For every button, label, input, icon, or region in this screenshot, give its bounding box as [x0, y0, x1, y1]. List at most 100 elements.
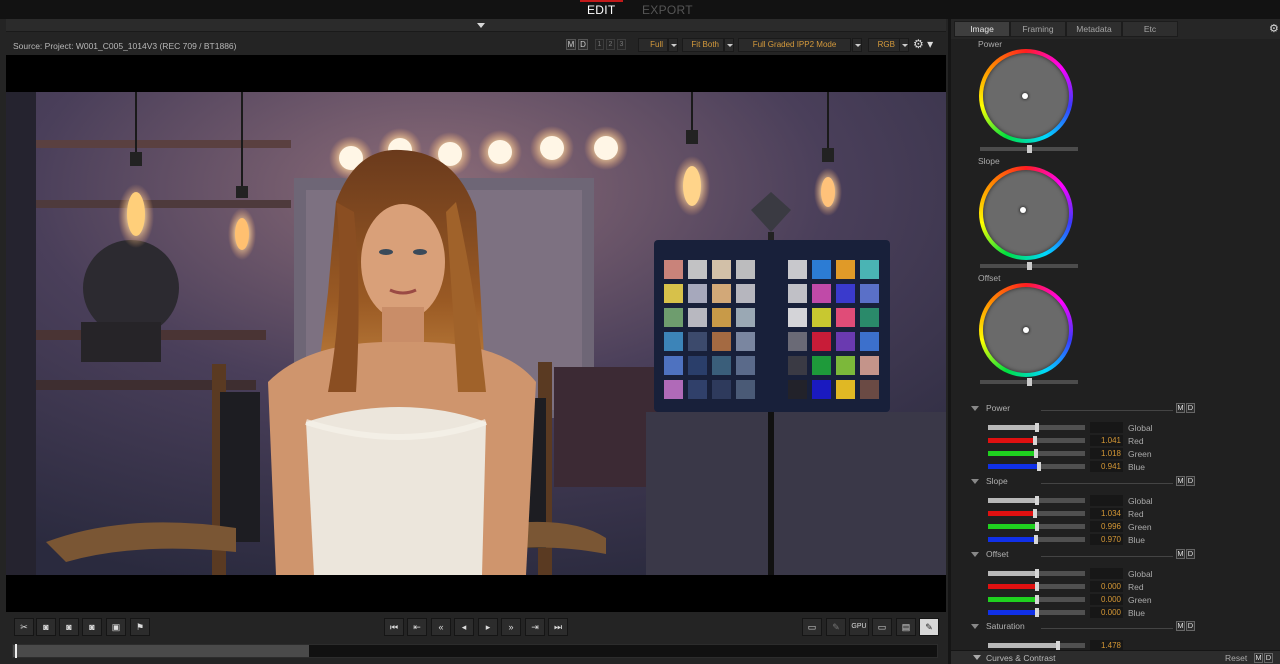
resolution-dropdown[interactable]: Full [638, 38, 668, 52]
offset-m-button[interactable]: M [1176, 549, 1185, 559]
saturation-section-header[interactable]: Saturation M D [971, 621, 1201, 633]
marker-flag-icon[interactable]: ⚑ [130, 618, 150, 636]
view-1-button[interactable]: 1 [595, 39, 604, 50]
power-red-value[interactable]: 1.041 [1090, 435, 1123, 446]
power-blue-value[interactable]: 0.941 [1090, 461, 1123, 472]
channel-dropdown-arrow-icon[interactable] [899, 38, 909, 52]
edit-overlay-icon[interactable]: ✎ [919, 618, 939, 636]
resolution-dropdown-arrow-icon[interactable] [668, 38, 678, 52]
slider-thumb[interactable] [1034, 522, 1039, 531]
collapse-triangle-icon[interactable] [971, 406, 979, 411]
slope-global-slider[interactable] [988, 496, 1085, 505]
offset-blue-slider[interactable] [988, 608, 1085, 617]
step-back-icon[interactable]: ◂ [454, 618, 474, 636]
slider-thumb[interactable] [1034, 582, 1039, 591]
slope-wheel-slider[interactable] [980, 262, 1078, 270]
offset-green-value[interactable]: 0.000 [1090, 594, 1123, 605]
power-blue-slider[interactable] [988, 462, 1085, 471]
slope-m-button[interactable]: M [1176, 476, 1185, 486]
rewind-icon[interactable]: « [431, 618, 451, 636]
slope-wheel-slider-thumb[interactable] [1027, 262, 1032, 270]
power-green-slider[interactable] [988, 449, 1085, 458]
power-m-button[interactable]: M [1176, 403, 1185, 413]
slider-thumb[interactable] [1034, 608, 1039, 617]
previous-clip-icon[interactable]: ⇤ [407, 618, 427, 636]
offset-green-slider[interactable] [988, 595, 1085, 604]
offset-global-slider[interactable] [988, 569, 1085, 578]
collapse-triangle-icon[interactable] [971, 624, 979, 629]
video-viewer[interactable] [6, 55, 946, 612]
view-3-button[interactable]: 3 [617, 39, 626, 50]
collapse-triangle-icon[interactable] [971, 479, 979, 484]
aspect-guide-icon[interactable]: ▭ [872, 618, 892, 636]
power-section-header[interactable]: Power M D [971, 403, 1201, 415]
tab-etc[interactable]: Etc [1122, 21, 1178, 37]
channel-dropdown[interactable]: RGB [868, 38, 900, 52]
power-green-value[interactable]: 1.018 [1090, 448, 1123, 459]
power-global-slider[interactable] [988, 423, 1085, 432]
offset-global-value[interactable] [1090, 568, 1123, 579]
histogram-icon[interactable]: ▤ [896, 618, 916, 636]
reset-button[interactable]: Reset [1225, 653, 1247, 663]
power-wheel-handle[interactable] [1022, 93, 1029, 99]
offset-red-value[interactable]: 0.000 [1090, 581, 1123, 592]
offset-d-button[interactable]: D [1186, 549, 1195, 559]
slider-thumb[interactable] [1032, 436, 1037, 445]
panel-settings-gear-icon[interactable]: ⚙ [1269, 22, 1279, 35]
go-to-start-icon[interactable]: ⏮ [384, 618, 404, 636]
tab-image[interactable]: Image [954, 21, 1010, 37]
slope-blue-value[interactable]: 0.970 [1090, 534, 1123, 545]
mode-tab-edit[interactable]: EDIT [580, 0, 622, 17]
timeline-scrubber[interactable] [12, 644, 938, 658]
saturation-d-button[interactable]: D [1186, 621, 1195, 631]
power-wheel-slider[interactable] [980, 145, 1078, 153]
slider-thumb[interactable] [1033, 535, 1038, 544]
saturation-amount-slider[interactable] [988, 641, 1085, 650]
slope-color-wheel[interactable] [979, 166, 1073, 260]
curves-contrast-header[interactable]: Curves & Contrast Reset M D [951, 650, 1280, 664]
curves-d-button[interactable]: D [1264, 653, 1273, 663]
offset-wheel-slider-thumb[interactable] [1027, 378, 1032, 386]
snapshot-rsd-camera-icon[interactable]: ◙ [82, 618, 102, 636]
slope-wheel-handle[interactable] [1020, 206, 1027, 213]
frame-export-icon[interactable]: ▣ [106, 618, 126, 636]
offset-wheel-handle[interactable] [1023, 327, 1029, 333]
snapshot-add-camera-icon[interactable]: ◙ [59, 618, 79, 636]
collapse-arrow-icon[interactable] [477, 23, 485, 28]
slope-green-value[interactable]: 0.996 [1090, 521, 1123, 532]
collapse-triangle-icon[interactable] [971, 552, 979, 557]
snapshot-camera-icon[interactable]: ◙ [36, 618, 56, 636]
next-clip-icon[interactable]: ⇥ [525, 618, 545, 636]
expand-triangle-icon[interactable] [973, 655, 981, 660]
curves-m-button[interactable]: M [1254, 653, 1263, 663]
timeline-playhead[interactable] [15, 644, 17, 658]
offset-color-wheel[interactable] [979, 283, 1073, 377]
power-color-wheel[interactable] [979, 49, 1073, 143]
tab-framing[interactable]: Framing [1010, 21, 1066, 37]
mode-dropdown-arrow-icon[interactable] [852, 38, 862, 52]
mode-dropdown[interactable]: Full Graded IPP2 Mode [738, 38, 851, 52]
view-2-button[interactable]: 2 [606, 39, 615, 50]
play-icon[interactable]: ▸ [478, 618, 498, 636]
slope-global-value[interactable] [1090, 495, 1123, 506]
collapse-strip[interactable] [6, 19, 946, 32]
fit-dropdown[interactable]: Fit Both [682, 38, 724, 52]
power-wheel-slider-thumb[interactable] [1027, 145, 1032, 153]
slider-thumb[interactable] [1034, 496, 1039, 505]
metadata-m-button[interactable]: M [566, 39, 576, 50]
offset-red-slider[interactable] [988, 582, 1085, 591]
slope-section-header[interactable]: Slope M D [971, 476, 1201, 488]
viewer-settings-gear-icon[interactable]: ⚙ ▾ [913, 38, 941, 52]
slider-thumb[interactable] [1032, 509, 1037, 518]
gpu-icon[interactable]: GPU [849, 618, 869, 636]
slope-blue-slider[interactable] [988, 535, 1085, 544]
saturation-m-button[interactable]: M [1176, 621, 1185, 631]
offset-blue-value[interactable]: 0.000 [1090, 607, 1123, 618]
fit-dropdown-arrow-icon[interactable] [724, 38, 734, 52]
grading-controls[interactable]: Power Slope Offset Power M D Global 1.041 Red… [951, 39, 1280, 651]
trim-tool-icon[interactable]: ✂ [14, 618, 34, 636]
slider-thumb[interactable] [1034, 595, 1039, 604]
offset-section-header[interactable]: Offset M D [971, 549, 1201, 561]
fast-forward-icon[interactable]: » [501, 618, 521, 636]
power-global-value[interactable] [1090, 422, 1123, 433]
